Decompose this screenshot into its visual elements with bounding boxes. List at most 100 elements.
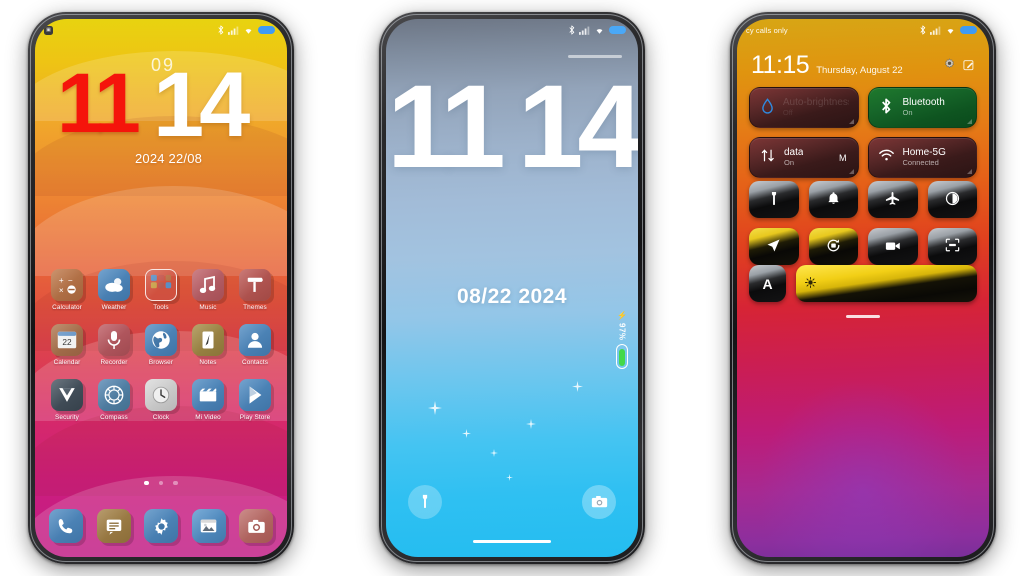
phone-icon[interactable] bbox=[49, 509, 83, 543]
mi-video-icon bbox=[192, 379, 224, 411]
speaker-grille bbox=[568, 55, 622, 58]
brightness-row: A bbox=[749, 265, 977, 302]
app-label: Clock bbox=[152, 414, 170, 421]
control-center-handle[interactable] bbox=[846, 315, 880, 318]
tile-mobile-data[interactable]: data On M bbox=[749, 137, 859, 178]
messages-icon[interactable] bbox=[96, 509, 131, 543]
tile-subtitle: On bbox=[902, 107, 913, 117]
dark-mode-icon bbox=[945, 191, 960, 209]
home-clock-widget[interactable]: 09 11 14 2024 22/08 bbox=[35, 55, 287, 171]
app-compass[interactable]: Compass bbox=[92, 379, 136, 421]
app-notes[interactable]: Notes bbox=[186, 324, 230, 366]
settings-icon[interactable] bbox=[144, 509, 178, 543]
lock-clock-date: 08/22 2024 bbox=[456, 285, 568, 308]
edit-icon[interactable] bbox=[963, 58, 975, 78]
app-label: Mi Video bbox=[195, 414, 221, 421]
tile-subtitle: On bbox=[784, 157, 795, 167]
cc-time: 11:15 bbox=[751, 51, 810, 79]
video-camera-icon bbox=[885, 239, 901, 255]
control-center-header: 11:15 Thursday, August 22 bbox=[751, 53, 975, 78]
app-label: Play Store bbox=[239, 414, 271, 421]
quick-tile-dark-mode[interactable] bbox=[927, 181, 977, 218]
wifi-icon bbox=[596, 28, 603, 34]
app-play-store[interactable]: Play Store bbox=[233, 379, 277, 421]
quick-tile-auto-rotate[interactable] bbox=[808, 228, 858, 265]
signal-icon bbox=[579, 26, 590, 35]
security-icon bbox=[51, 379, 83, 411]
tile-expand-corner-icon[interactable] bbox=[967, 119, 972, 124]
quick-tile-flashlight[interactable] bbox=[749, 181, 799, 218]
brightness-slider[interactable] bbox=[796, 265, 977, 302]
quick-tile-ring[interactable] bbox=[808, 181, 858, 218]
quick-tile-screen-recorder[interactable] bbox=[868, 228, 918, 265]
app-calendar[interactable]: 22 Calendar bbox=[45, 324, 89, 366]
app-music[interactable]: Music bbox=[186, 269, 230, 311]
wifi-icon bbox=[947, 28, 954, 34]
music-icon bbox=[192, 269, 224, 301]
app-browser[interactable]: Browser bbox=[139, 324, 183, 366]
app-clock[interactable]: Clock bbox=[139, 379, 183, 421]
page-indicator-dots[interactable] bbox=[35, 480, 287, 485]
water-drop-icon bbox=[759, 97, 776, 118]
flashlight-shortcut-button[interactable] bbox=[408, 485, 442, 519]
quick-tile-row bbox=[749, 181, 977, 218]
camera-icon bbox=[591, 496, 607, 508]
app-weather[interactable]: Weather bbox=[92, 269, 136, 311]
wifi-icon bbox=[245, 28, 252, 34]
auto-rotate-icon bbox=[826, 238, 841, 256]
app-contacts[interactable]: Contacts bbox=[233, 324, 277, 366]
battery-percent: 97% bbox=[617, 323, 627, 341]
gear-icon[interactable] bbox=[943, 58, 956, 78]
app-label: Calendar bbox=[53, 359, 81, 366]
quick-tile-screenshot[interactable] bbox=[927, 228, 977, 265]
camera-shortcut-button[interactable] bbox=[582, 485, 616, 519]
wifi-icon bbox=[878, 149, 896, 166]
flashlight-icon bbox=[422, 494, 428, 508]
home-indicator-bar[interactable] bbox=[473, 539, 551, 543]
tile-wifi[interactable]: Home-5G Connected bbox=[867, 137, 977, 178]
app-label: Themes bbox=[243, 304, 267, 311]
weather-icon bbox=[98, 269, 130, 301]
phone1-status-bar: ▣ bbox=[35, 19, 287, 41]
app-recorder[interactable]: Recorder bbox=[92, 324, 136, 366]
quick-tile-airplane-mode[interactable] bbox=[868, 181, 918, 218]
phone2-screen: 11 14 08/22 2024 ⚡ 97% bbox=[386, 19, 638, 557]
flashlight-icon bbox=[768, 191, 780, 209]
bluetooth-icon bbox=[878, 98, 896, 118]
quick-tile-location[interactable] bbox=[749, 228, 799, 265]
battery-icon bbox=[960, 25, 977, 35]
bluetooth-icon bbox=[569, 25, 575, 35]
signal-icon bbox=[930, 26, 941, 35]
app-themes[interactable]: Themes bbox=[233, 269, 277, 311]
tile-auto-brightness[interactable]: Auto-brightness Off bbox=[749, 87, 859, 128]
clock-date: 2024 22/08 bbox=[135, 151, 203, 166]
page-dot-2[interactable] bbox=[158, 480, 164, 485]
app-label: Recorder bbox=[100, 359, 128, 366]
app-calculator[interactable]: + − × Calculator bbox=[45, 269, 89, 311]
app-security[interactable]: Security bbox=[45, 379, 89, 421]
page-dot-1[interactable] bbox=[144, 480, 149, 485]
tile-bluetooth[interactable]: Bluetooth On bbox=[867, 87, 977, 128]
carrier-label: cy calls only bbox=[746, 25, 788, 35]
page-dot-3[interactable] bbox=[173, 480, 178, 485]
auto-brightness-button[interactable]: A bbox=[749, 265, 786, 302]
phone-lock-screen: 11 14 08/22 2024 ⚡ 97% bbox=[379, 12, 645, 564]
tile-extra-label: M bbox=[839, 152, 847, 163]
svg-text:×: × bbox=[59, 286, 64, 295]
camera-icon[interactable] bbox=[239, 509, 273, 543]
tile-expand-corner-icon[interactable] bbox=[967, 169, 972, 174]
brightness-icon bbox=[805, 276, 816, 291]
lock-battery-indicator: ⚡ 97% bbox=[616, 311, 628, 369]
phone-home-screen: ▣ 09 11 14 2024 22/08 + − × Calculator W… bbox=[28, 12, 294, 564]
gallery-icon[interactable] bbox=[191, 509, 226, 543]
tile-expand-corner-icon[interactable] bbox=[848, 169, 854, 174]
app-mi-video[interactable]: Mi Video bbox=[186, 379, 230, 421]
quick-tile-row bbox=[749, 228, 977, 265]
app-row: 22 Calendar Recorder Browser Notes Conta… bbox=[45, 324, 277, 366]
screenshot-stage: ▣ 09 11 14 2024 22/08 + − × Calculator W… bbox=[0, 0, 1024, 576]
app-tools[interactable]: Tools bbox=[139, 269, 183, 311]
contacts-icon bbox=[239, 324, 271, 356]
tile-expand-corner-icon[interactable] bbox=[848, 119, 854, 124]
calendar-icon: 22 bbox=[51, 324, 83, 356]
clock-hours: 11 bbox=[57, 56, 141, 150]
